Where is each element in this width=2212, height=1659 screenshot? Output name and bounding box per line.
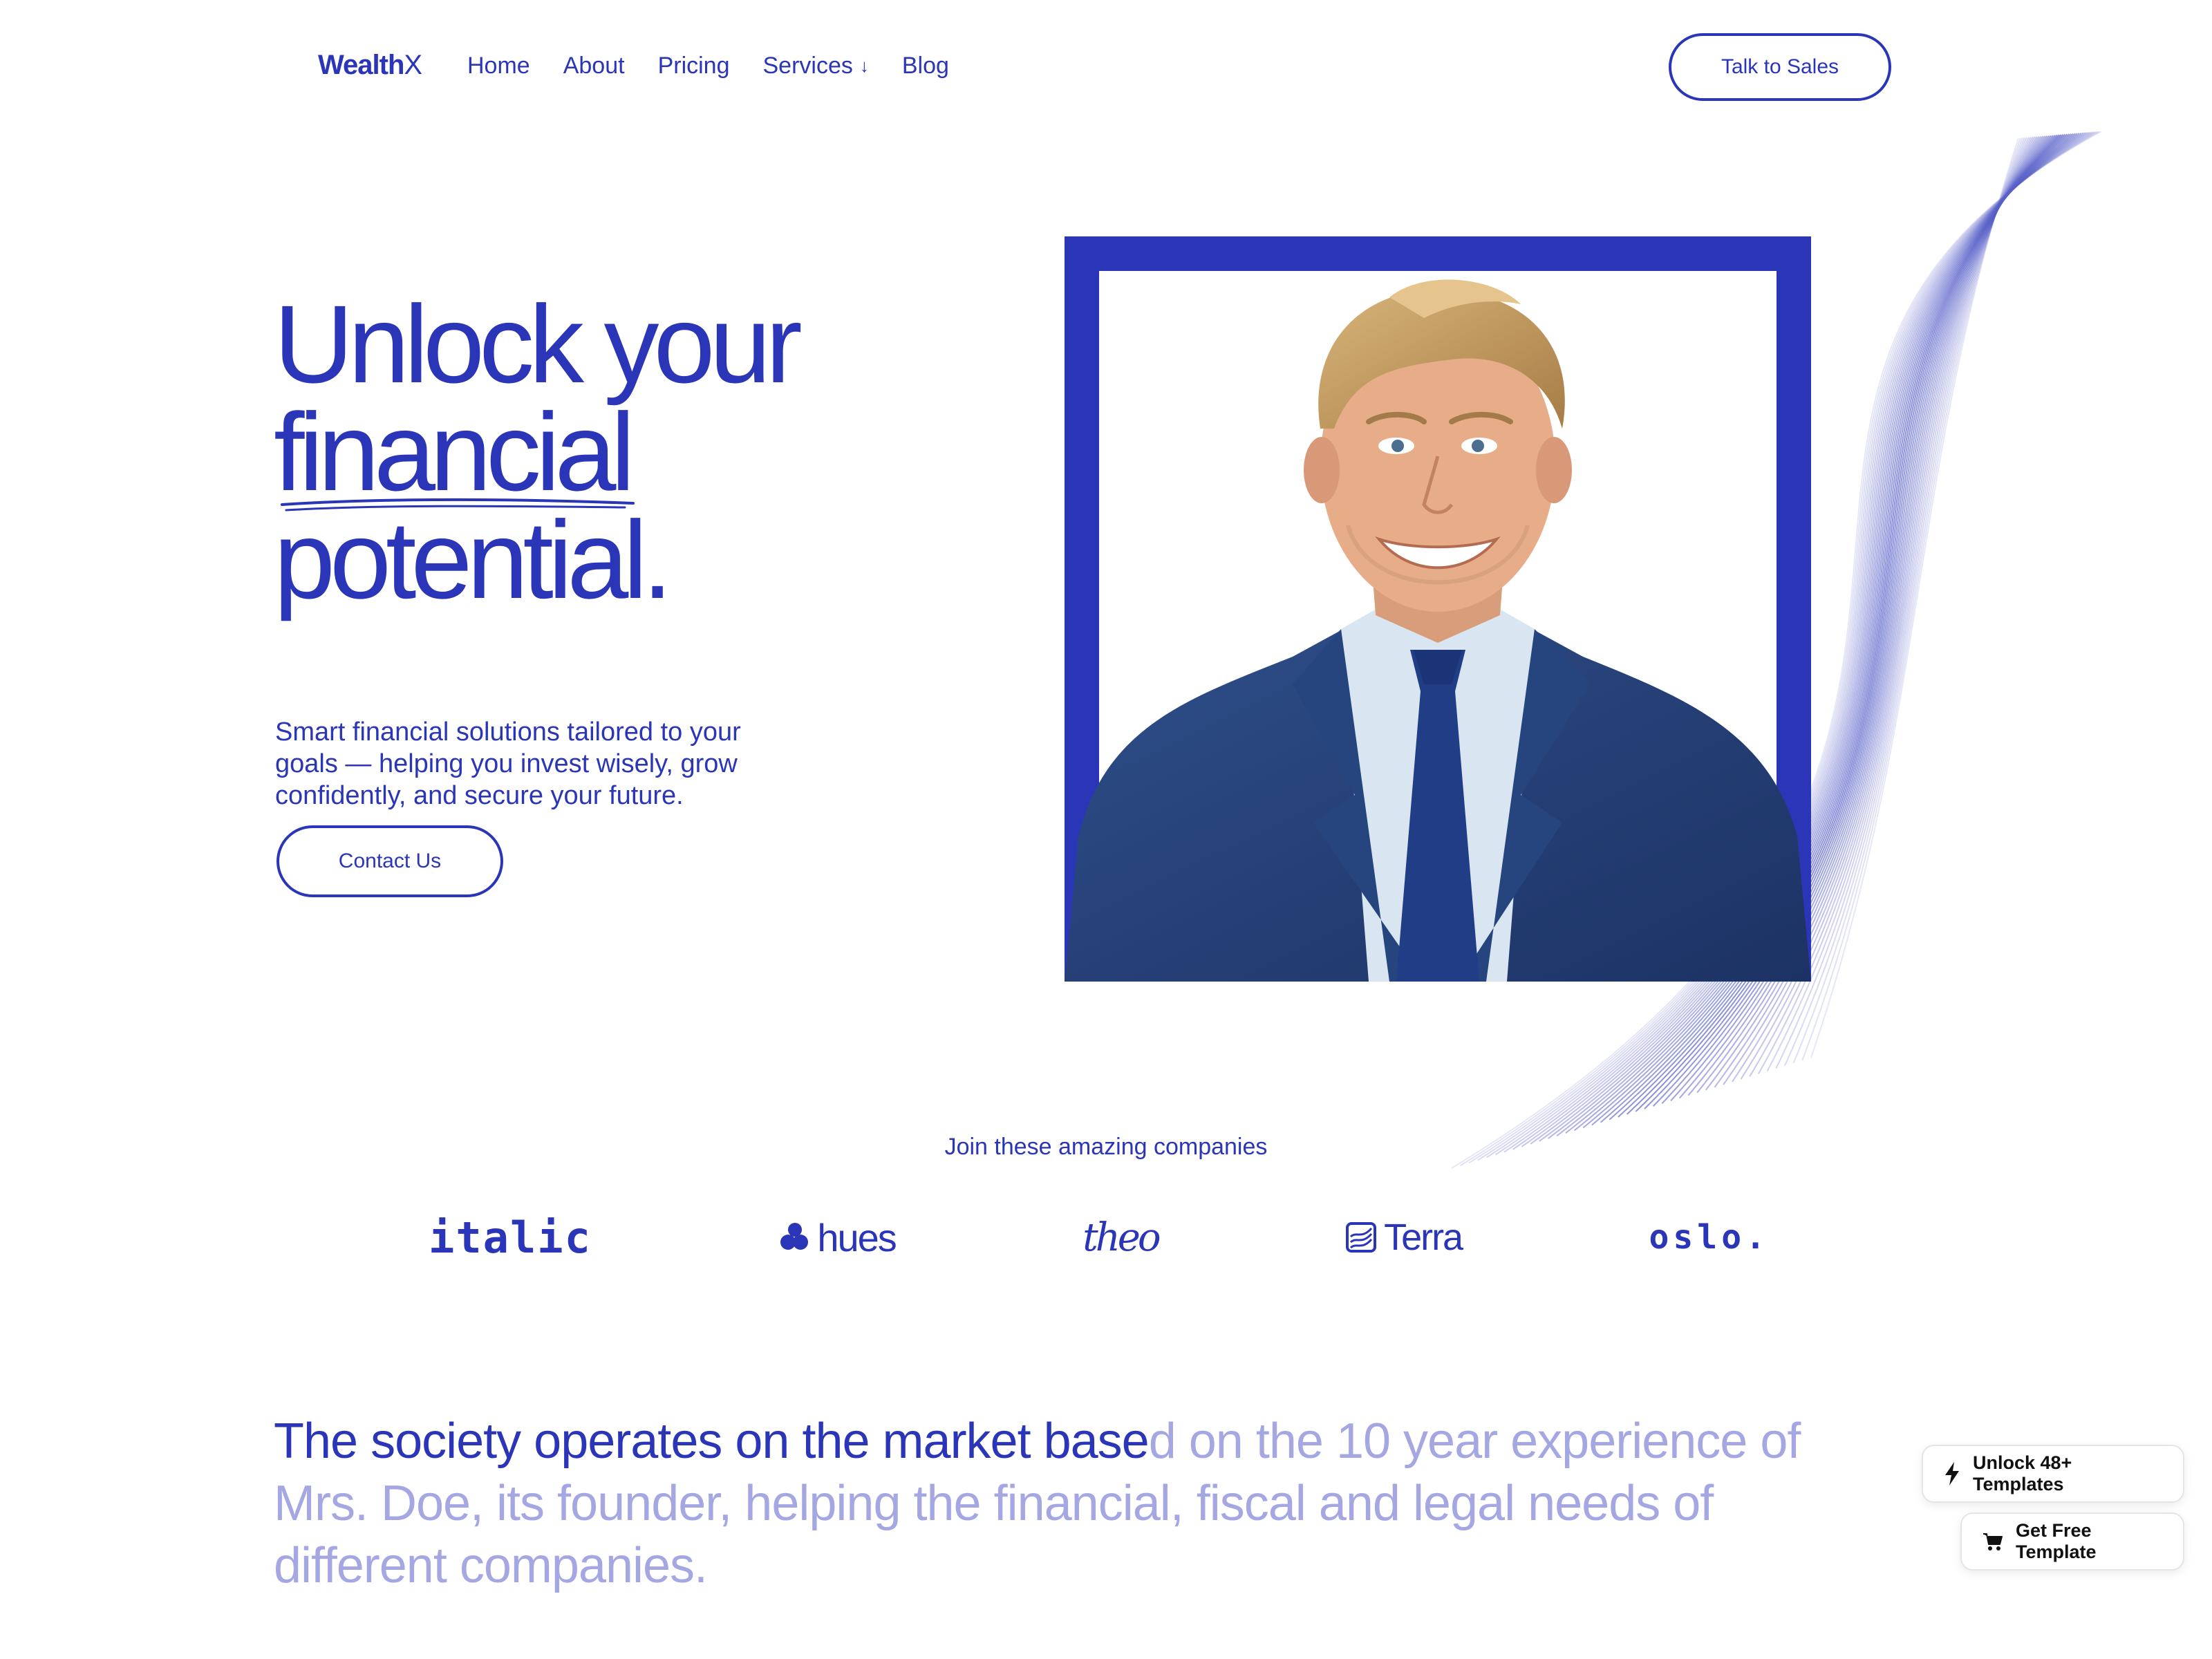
contact-us-button[interactable]: Contact Us <box>276 825 503 897</box>
get-free-template-button[interactable]: Get Free Template <box>1960 1512 2184 1571</box>
hero-description: Smart financial solutions tailored to yo… <box>275 716 800 812</box>
hues-mark-icon <box>778 1221 810 1253</box>
company-logo-hues: hues <box>778 1215 895 1260</box>
terra-mark-icon <box>1345 1221 1377 1253</box>
company-logo-theo: theo <box>1082 1215 1158 1260</box>
main-nav: Home About Pricing Services ↓ Blog <box>467 53 949 79</box>
company-logo-italic-text: italic <box>429 1212 592 1263</box>
company-logos-row: italic hues theo Terra oslo. <box>429 1208 1770 1266</box>
nav-link-about[interactable]: About <box>563 53 625 79</box>
nav-link-pricing[interactable]: Pricing <box>658 53 730 79</box>
brand-logo[interactable]: WealthX <box>318 50 422 81</box>
unlock-templates-button[interactable]: Unlock 48+ Templates <box>1922 1445 2184 1503</box>
company-statement: The society operates on the market based… <box>274 1410 1808 1597</box>
lightning-icon <box>1944 1462 1960 1485</box>
unlock-templates-label: Unlock 48+ Templates <box>1973 1452 2162 1495</box>
get-free-template-label: Get Free Template <box>2016 1520 2162 1563</box>
company-logo-terra-text: Terra <box>1384 1216 1462 1259</box>
company-logo-hues-text: hues <box>817 1215 895 1260</box>
nav-link-blog[interactable]: Blog <box>902 53 949 79</box>
scribble-underline <box>279 489 639 517</box>
businessman-portrait-image <box>1065 200 1811 982</box>
company-logo-theo-text: theo <box>1082 1215 1158 1260</box>
hero-title-line-1: Unlock your <box>274 290 797 398</box>
statement-highlighted-text: The society operates on the market base <box>274 1414 1149 1469</box>
cart-icon <box>1983 1532 2003 1551</box>
companies-heading: Join these amazing companies <box>0 1134 2212 1161</box>
nav-link-services[interactable]: Services ↓ <box>763 53 869 79</box>
arrow-down-icon: ↓ <box>860 55 869 77</box>
company-logo-oslo: oslo. <box>1649 1218 1770 1257</box>
logo-x-text: X <box>404 50 422 80</box>
company-logo-terra: Terra <box>1345 1216 1462 1259</box>
logo-main-text: Wealth <box>318 50 404 80</box>
nav-link-services-label: Services <box>763 53 853 79</box>
company-logo-italic: italic <box>429 1212 592 1263</box>
talk-to-sales-button[interactable]: Talk to Sales <box>1669 33 1891 101</box>
nav-link-home[interactable]: Home <box>467 53 530 79</box>
company-logo-oslo-text: oslo. <box>1649 1218 1770 1257</box>
hero-title-line-3: potential. <box>274 506 797 614</box>
hero-title: Unlock your financial potential. <box>274 290 797 614</box>
